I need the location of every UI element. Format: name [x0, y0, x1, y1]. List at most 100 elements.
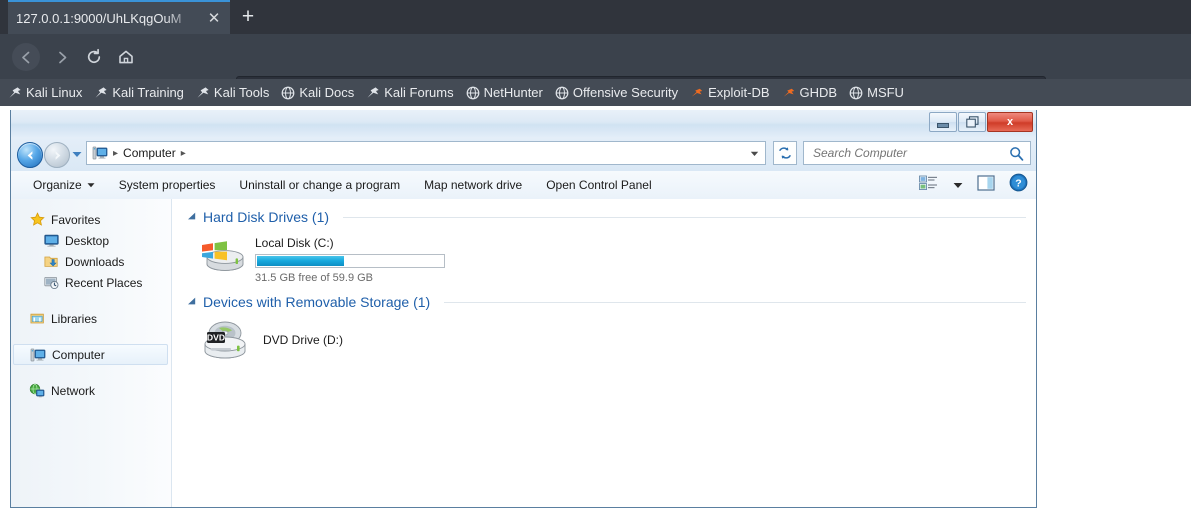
group-header-removable-storage[interactable]: Devices with Removable Storage (1) [187, 294, 1036, 310]
help-icon[interactable]: ? [1009, 173, 1028, 197]
bookmark-item[interactable]: Kali Docs [281, 85, 354, 100]
bookmark-item[interactable]: Kali Tools [196, 85, 269, 100]
sidebar-item-label: Desktop [65, 234, 109, 248]
breadcrumb-separator[interactable]: ▸ [181, 148, 186, 159]
new-tab-button[interactable]: + [236, 6, 260, 30]
dvd-drive-icon: DVD [199, 318, 247, 362]
close-icon[interactable]: ✕ [206, 11, 222, 27]
kali-dragon-icon [94, 86, 108, 100]
kali-dragon-icon [196, 86, 210, 100]
breadcrumb-separator: ▸ [113, 148, 118, 159]
exploit-db-icon [782, 86, 796, 100]
sidebar-item-network[interactable]: Network [11, 380, 171, 401]
screen: 127.0.0.1:9000/UhLKqgOuM ✕ + [0, 0, 1191, 508]
sidebar-item-downloads[interactable]: Downloads [11, 251, 171, 272]
sidebar-item-label: Libraries [51, 312, 97, 326]
reload-icon[interactable] [80, 43, 108, 71]
toolbar-right-controls: ? [919, 171, 1028, 199]
svg-text:?: ? [1015, 178, 1021, 190]
desktop-icon [43, 233, 59, 249]
bookmark-label: Kali Training [112, 85, 184, 100]
bookmark-label: Exploit-DB [708, 85, 769, 100]
bookmark-item[interactable]: Kali Training [94, 85, 184, 100]
group-label: Hard Disk Drives (1) [203, 209, 329, 225]
preview-pane-icon[interactable] [977, 175, 995, 196]
group-header-hard-disk-drives[interactable]: Hard Disk Drives (1) [187, 209, 1036, 225]
drive-capacity-bar-fill [257, 256, 344, 266]
sidebar-item-label: Computer [52, 348, 105, 362]
minimize-button[interactable] [929, 112, 957, 132]
window-titlebar[interactable]: x [11, 110, 1036, 138]
bookmark-item[interactable]: Offensive Security [555, 85, 678, 100]
command-toolbar: Organize System properties Uninstall or … [11, 171, 1036, 200]
bookmark-item[interactable]: Kali Linux [8, 85, 82, 100]
toolbar-item-map-network-drive[interactable]: Map network drive [424, 178, 522, 192]
chevron-down-icon [87, 178, 95, 192]
search-box[interactable] [803, 141, 1031, 165]
navigation-bar: 127.0.0.1:9000/UhLKqgOuMz [0, 34, 1191, 79]
sidebar-item-recent-places[interactable]: Recent Places [11, 272, 171, 293]
bookmark-label: Offensive Security [573, 85, 678, 100]
sidebar-item-desktop[interactable]: Desktop [11, 230, 171, 251]
bookmark-label: GHDB [800, 85, 838, 100]
network-icon [29, 383, 45, 399]
drive-name: DVD Drive (D:) [263, 333, 343, 347]
kali-dragon-icon [366, 86, 380, 100]
breadcrumb-label[interactable]: Computer [123, 146, 176, 160]
sidebar-item-computer[interactable]: Computer [13, 344, 168, 365]
explorer-body: Favorites Desktop [11, 199, 1036, 507]
home-icon[interactable] [112, 43, 140, 71]
sidebar-item-libraries[interactable]: Libraries [11, 308, 171, 329]
bookmark-item[interactable]: MSFU [849, 85, 904, 100]
chevron-down-icon[interactable] [953, 176, 963, 194]
globe-icon [555, 86, 569, 100]
kali-dragon-icon [8, 86, 22, 100]
toolbar-item-open-control-panel[interactable]: Open Control Panel [546, 178, 651, 192]
bookmark-label: MSFU [867, 85, 904, 100]
bookmark-item[interactable]: GHDB [782, 85, 838, 100]
triangle-collapse-icon[interactable] [187, 212, 197, 222]
browser-chrome: 127.0.0.1:9000/UhLKqgOuM ✕ + [0, 0, 1191, 106]
navigation-pane: Favorites Desktop [11, 199, 172, 507]
drive-item-local-disk-c[interactable]: Local Disk (C:) 31.5 GB free of 59.9 GB [199, 233, 1036, 284]
group-rule [343, 217, 1026, 218]
exploit-db-icon [690, 86, 704, 100]
sidebar-item-label: Downloads [65, 255, 124, 269]
back-circle-icon[interactable] [17, 142, 43, 168]
computer-icon [30, 347, 46, 363]
tab-title: 127.0.0.1:9000/UhLKqgOuM [16, 11, 196, 26]
forward-arrow-icon[interactable] [48, 43, 76, 71]
toolbar-item-organize[interactable]: Organize [33, 178, 95, 192]
bookmark-item[interactable]: NetHunter [466, 85, 543, 100]
svg-text:DVD: DVD [207, 332, 225, 342]
bookmark-item[interactable]: Kali Forums [366, 85, 453, 100]
content-pane: Hard Disk Drives (1) [173, 199, 1036, 507]
window-controls: x [928, 112, 1033, 132]
bookmark-label: NetHunter [484, 85, 543, 100]
browser-tab-active[interactable]: 127.0.0.1:9000/UhLKqgOuM ✕ [8, 0, 230, 34]
bookmark-label: Kali Tools [214, 85, 269, 100]
triangle-collapse-icon[interactable] [187, 297, 197, 307]
search-input[interactable] [811, 145, 1000, 161]
restore-button[interactable] [958, 112, 986, 132]
view-layout-icon[interactable] [919, 175, 939, 196]
tab-strip: 127.0.0.1:9000/UhLKqgOuM ✕ + [0, 0, 1191, 34]
bookmark-item[interactable]: Exploit-DB [690, 85, 769, 100]
breadcrumb[interactable]: ▸ Computer ▸ [86, 141, 766, 165]
close-button[interactable]: x [987, 112, 1033, 132]
back-arrow-icon[interactable] [12, 43, 40, 71]
hard-disk-windows-icon [199, 233, 247, 277]
bookmarks-toolbar: Kali Linux Kali Training Kali Tools [0, 79, 1191, 106]
search-icon[interactable] [1009, 146, 1024, 161]
sidebar-item-favorites[interactable]: Favorites [11, 209, 171, 230]
recent-pages-chevron-down-icon[interactable] [71, 148, 83, 160]
toolbar-item-system-properties[interactable]: System properties [119, 178, 216, 192]
toolbar-item-uninstall-program[interactable]: Uninstall or change a program [239, 178, 400, 192]
drive-item-dvd-drive-d[interactable]: DVD DVD Drive (D:) [199, 318, 1036, 362]
star-icon [29, 212, 45, 228]
drive-capacity-bar [255, 254, 445, 268]
refresh-icon[interactable] [773, 141, 797, 165]
sidebar-spacer [11, 293, 171, 308]
sidebar-spacer [11, 365, 171, 380]
chevron-down-icon[interactable] [750, 149, 759, 158]
